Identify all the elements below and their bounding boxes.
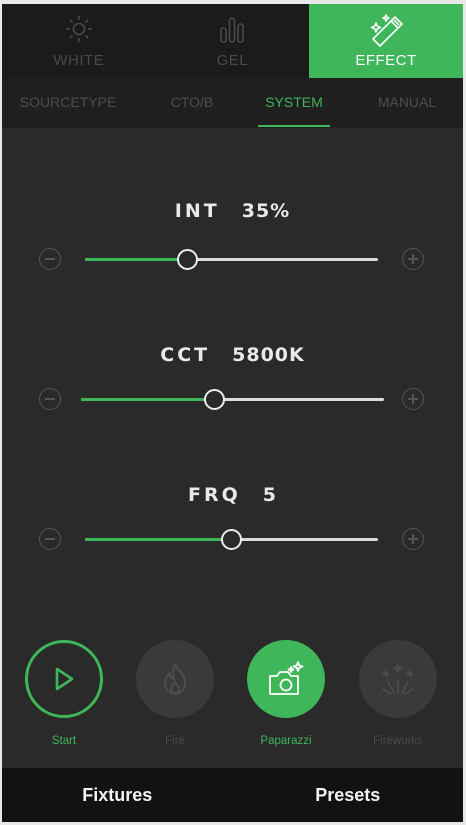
cct-increase-button[interactable]: [402, 388, 424, 410]
tab-manual[interactable]: MANUAL: [372, 78, 442, 128]
tab-white[interactable]: WHITE: [2, 4, 156, 78]
frq-slider[interactable]: [85, 529, 378, 550]
int-slider[interactable]: [85, 249, 378, 270]
int-value: 35%: [241, 200, 291, 222]
frq-increase-button[interactable]: [402, 528, 424, 550]
frq-slider-thumb[interactable]: [221, 529, 242, 550]
cct-decrease-button[interactable]: [39, 388, 61, 410]
cct-slider[interactable]: [81, 389, 384, 410]
mode-tab-bar: WHITE GEL EFFECT: [2, 4, 463, 78]
tab-gel-label: GEL: [216, 52, 249, 69]
effect-paparazzi-label: Paparazzi: [260, 735, 312, 747]
frq-decrease-button[interactable]: [39, 528, 61, 550]
tab-presets[interactable]: Presets: [233, 768, 464, 822]
cct-title: CCT 5800K: [2, 344, 463, 366]
effect-start-circle: [25, 640, 103, 718]
int-decrease-button[interactable]: [39, 248, 61, 270]
tab-effect-label: EFFECT: [355, 52, 417, 69]
tab-effect[interactable]: EFFECT: [309, 4, 463, 78]
tab-system[interactable]: SYSTEM: [258, 78, 330, 128]
effect-fireworks-label: Fireworks: [373, 735, 423, 747]
effect-paparazzi-button[interactable]: Paparazzi: [246, 640, 326, 747]
tab-gel[interactable]: GEL: [156, 4, 310, 78]
int-slider-thumb[interactable]: [177, 249, 199, 270]
int-increase-button[interactable]: [402, 248, 424, 270]
sun-icon: [64, 14, 94, 49]
app-window: WHITE GEL EFFECT SOURCETYPE CTO/B SYSTEM…: [2, 4, 463, 822]
cct-label: CCT: [160, 344, 211, 366]
int-label: INT: [174, 200, 220, 222]
frq-value: 5: [262, 484, 277, 506]
frq-slider-fill: [85, 538, 232, 541]
tab-sourcetype[interactable]: SOURCETYPE: [16, 78, 120, 128]
cct-slider-thumb[interactable]: [203, 389, 225, 410]
sub-tab-bar: SOURCETYPE CTO/B SYSTEM MANUAL: [2, 78, 463, 128]
cct-slider-fill: [81, 398, 215, 401]
tab-white-label: WHITE: [53, 52, 105, 69]
int-slider-fill: [85, 258, 188, 261]
tab-fixtures[interactable]: Fixtures: [2, 768, 233, 822]
effect-start-label: Start: [51, 735, 77, 747]
effect-start-button[interactable]: Start: [24, 640, 104, 747]
frq-title: FRQ 5: [2, 484, 463, 506]
effect-fire-label: Fire: [165, 735, 185, 747]
effect-buttons: Start Fire Paparazzi Fireworks: [2, 640, 463, 760]
frq-label: FRQ: [188, 484, 241, 506]
effect-fire-circle: [136, 640, 214, 718]
effect-fire-button[interactable]: Fire: [135, 640, 215, 747]
int-title: INT 35%: [2, 200, 463, 222]
tab-cto-b[interactable]: CTO/B: [162, 78, 222, 128]
effect-fireworks-circle: [359, 640, 437, 718]
magic-wand-icon: [368, 14, 404, 53]
effect-fireworks-button[interactable]: Fireworks: [358, 640, 438, 747]
cct-value: 5800K: [232, 344, 305, 366]
bars-icon: [217, 14, 247, 49]
bottom-tab-bar: Fixtures Presets: [2, 768, 463, 822]
effect-paparazzi-circle: [247, 640, 325, 718]
